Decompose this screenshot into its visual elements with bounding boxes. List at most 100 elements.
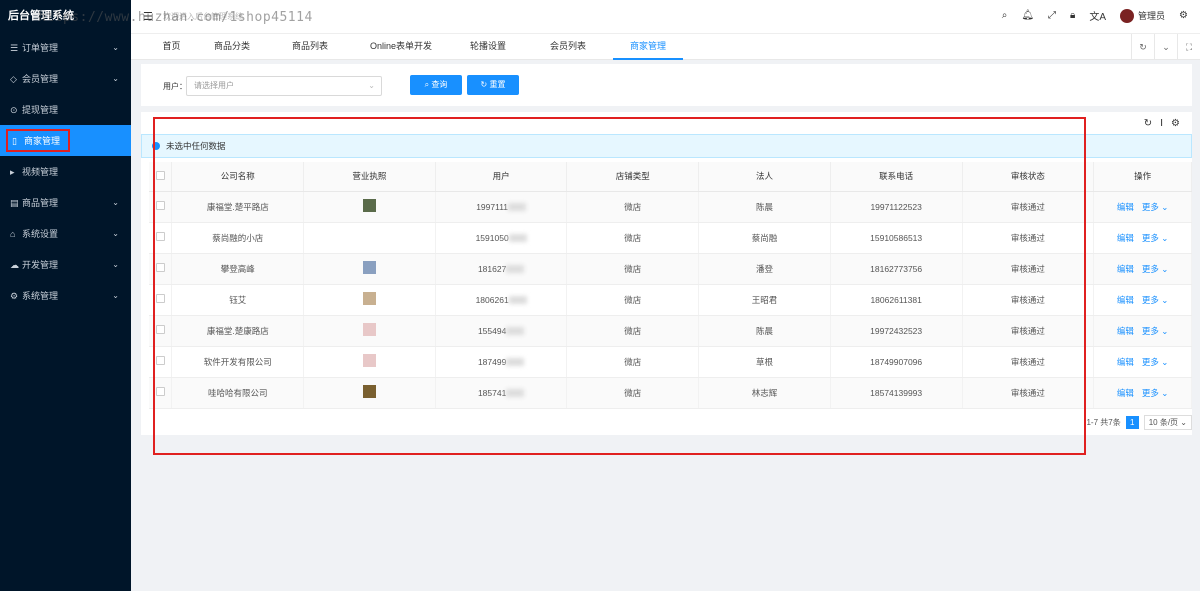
more-link[interactable]: 更多 ⌄ bbox=[1142, 264, 1169, 274]
chevron-down-icon: ⌄ bbox=[112, 198, 119, 207]
goods-icon: ▤ bbox=[10, 198, 19, 208]
action-cell: 编辑 更多 ⌄ bbox=[1093, 315, 1192, 347]
search-form: 用户： 请选择用户 ⌄ ⌕ 查询 ↻ 重置 bbox=[141, 64, 1192, 106]
page-size-label: 10 条/页 bbox=[1148, 418, 1179, 427]
more-label: 更多 bbox=[1141, 356, 1159, 367]
sidebar-item-8[interactable]: ⚙ 系统管理 ⌄ bbox=[0, 280, 131, 311]
more-link[interactable]: 更多 ⌄ bbox=[1142, 388, 1169, 398]
more-link[interactable]: 更多 ⌄ bbox=[1142, 326, 1169, 336]
query-label: 查询 bbox=[431, 80, 448, 89]
sidebar-item-inner: ⌂ 系统设置 bbox=[10, 227, 58, 240]
user-select-placeholder: 请选择用户 bbox=[194, 81, 234, 90]
sidebar-item-label: 商家管理 bbox=[24, 136, 61, 146]
play-icon: ▸ bbox=[10, 167, 15, 177]
sidebar-item-0[interactable]: ☰ 订单管理 ⌄ bbox=[0, 32, 131, 63]
sidebar-item-label: 系统设置 bbox=[22, 229, 59, 239]
page-size-select[interactable]: 10 条/页 ⌄ bbox=[1143, 415, 1192, 430]
edit-link[interactable]: 编辑 bbox=[1117, 357, 1134, 367]
more-link[interactable]: 更多 ⌄ bbox=[1142, 295, 1169, 305]
bell-icon[interactable]: 🔔︎ bbox=[1021, 10, 1034, 21]
sidebar-item-inner: ▯ 商家管理 bbox=[6, 129, 71, 152]
tab-3[interactable]: Online表单开发 bbox=[357, 34, 445, 60]
highlight-box bbox=[153, 117, 1086, 455]
more-label: 更多 bbox=[1141, 201, 1159, 212]
edit-link[interactable]: 编辑 bbox=[1117, 264, 1134, 274]
gear-icon: ⚙ bbox=[10, 291, 19, 301]
sidebar-item-4[interactable]: ▸ 视频管理 bbox=[0, 156, 131, 187]
search-icon[interactable]: ⌕ bbox=[1002, 10, 1008, 21]
settings-icon[interactable]: ⚙ bbox=[1179, 10, 1188, 21]
sidebar-item-3[interactable]: ▯ 商家管理 bbox=[0, 125, 131, 156]
edit-link[interactable]: 编辑 bbox=[1117, 233, 1134, 243]
user-name: 管理员 bbox=[1138, 11, 1166, 21]
chevron-down-icon: ⌄ bbox=[112, 291, 119, 300]
sidebar-item-label: 订单管理 bbox=[22, 43, 59, 53]
tab-bar: 首页 商品分类 商品列表 Online表单开发 轮播设置 会员列表 商家管理 ↻ ⌄ ⛶ bbox=[131, 34, 1200, 60]
action-cell: 编辑 更多 ⌄ bbox=[1093, 346, 1192, 378]
reset-button[interactable]: ↻ 重置 bbox=[467, 75, 519, 95]
tab-2[interactable]: 商品列表 bbox=[279, 34, 341, 60]
sidebar-item-inner: ☁ 开发管理 bbox=[10, 258, 58, 271]
sidebar-item-2[interactable]: ⊙ 提现管理 bbox=[0, 94, 131, 125]
reset-label: 重置 bbox=[489, 80, 506, 89]
user-filter-label: 用户： bbox=[163, 82, 187, 91]
sidebar-item-label: 提现管理 bbox=[22, 105, 59, 115]
more-link[interactable]: 更多 ⌄ bbox=[1142, 357, 1169, 367]
sidebar-item-label: 开发管理 bbox=[22, 260, 59, 270]
chevron-down-icon: ⌄ bbox=[112, 229, 119, 238]
tab-1[interactable]: 商品分类 bbox=[201, 34, 263, 60]
tab-4[interactable]: 轮播设置 bbox=[457, 34, 519, 60]
sidebar-item-label: 会员管理 bbox=[22, 74, 59, 84]
more-label: 更多 bbox=[1141, 294, 1159, 305]
refresh-tab-icon[interactable]: ↻ bbox=[1131, 34, 1154, 60]
sidebar-item-label: 系统管理 bbox=[22, 291, 59, 301]
column-height-icon[interactable]: Ⅰ bbox=[1160, 118, 1163, 129]
sidebar-item-7[interactable]: ☁ 开发管理 ⌄ bbox=[0, 249, 131, 280]
fullscreen-icon[interactable]: ⤢ bbox=[1048, 10, 1056, 21]
pagination: 1-7 共7条 1 10 条/页 ⌄ bbox=[1086, 415, 1192, 430]
translate-icon[interactable]: 文A bbox=[1089, 8, 1106, 23]
sidebar-item-inner: ⊙ 提现管理 bbox=[10, 103, 58, 116]
search-icon: ⌕ bbox=[424, 80, 430, 89]
more-link[interactable]: 更多 ⌄ bbox=[1142, 202, 1169, 212]
more-label: 更多 bbox=[1141, 387, 1159, 398]
chevron-down-icon: ⌄ bbox=[112, 74, 119, 83]
more-link[interactable]: 更多 ⌄ bbox=[1142, 233, 1169, 243]
chevron-down-icon[interactable]: ⌄ bbox=[1154, 34, 1177, 60]
column-header: 操作 bbox=[1093, 162, 1192, 192]
shop-icon: ▯ bbox=[12, 136, 17, 146]
coin-icon: ⊙ bbox=[10, 105, 18, 115]
edit-link[interactable]: 编辑 bbox=[1117, 388, 1134, 398]
lock-icon[interactable]: 🔒︎ bbox=[1070, 10, 1075, 21]
sidebar-item-label: 视频管理 bbox=[22, 167, 59, 177]
cloud-icon: ☁ bbox=[10, 260, 19, 270]
page-1-button[interactable]: 1 bbox=[1125, 416, 1139, 429]
sidebar-item-5[interactable]: ▤ 商品管理 ⌄ bbox=[0, 187, 131, 218]
sidebar-item-1[interactable]: ◇ 会员管理 ⌄ bbox=[0, 63, 131, 94]
user-select[interactable]: 请选择用户 ⌄ bbox=[186, 76, 382, 96]
sidebar: 后台管理系统 ☰ 订单管理 ⌄ ◇ 会员管理 ⌄ ⊙ 提现管理 ▯ 商家管理 ▸ 视频管理 ▤ 商品管理 ⌄… bbox=[0, 0, 131, 591]
query-button[interactable]: ⌕ 查询 bbox=[410, 75, 462, 95]
edit-link[interactable]: 编辑 bbox=[1117, 202, 1134, 212]
refresh-icon[interactable]: ↻ bbox=[1144, 118, 1152, 129]
edit-link[interactable]: 编辑 bbox=[1117, 326, 1134, 336]
sidebar-item-inner: ◇ 会员管理 bbox=[10, 72, 58, 85]
sidebar-item-inner: ▤ 商品管理 bbox=[10, 196, 58, 209]
tab-5[interactable]: 会员列表 bbox=[537, 34, 599, 60]
more-label: 更多 bbox=[1141, 325, 1159, 336]
chevron-down-icon: ⌄ bbox=[368, 81, 375, 90]
tab-0[interactable]: 首页 bbox=[149, 34, 194, 60]
user-menu[interactable]: 管理员 bbox=[1120, 8, 1166, 23]
sidebar-item-6[interactable]: ⌂ 系统设置 ⌄ bbox=[0, 218, 131, 249]
watermark: https://www.huzhan.com/1shop45114 bbox=[38, 10, 313, 25]
tab-6[interactable]: 商家管理 bbox=[613, 34, 683, 60]
avatar bbox=[1120, 8, 1135, 23]
action-cell: 编辑 更多 ⌄ bbox=[1093, 377, 1192, 409]
expand-icon[interactable]: ⛶ bbox=[1177, 34, 1200, 60]
action-cell: 编辑 更多 ⌄ bbox=[1093, 222, 1192, 254]
edit-link[interactable]: 编辑 bbox=[1117, 295, 1134, 305]
sidebar-item-inner: ▸ 视频管理 bbox=[10, 165, 58, 178]
reload-icon: ↻ bbox=[480, 80, 488, 89]
chevron-down-icon: ⌄ bbox=[112, 43, 119, 52]
setting-icon[interactable]: ⚙ bbox=[1171, 118, 1180, 129]
